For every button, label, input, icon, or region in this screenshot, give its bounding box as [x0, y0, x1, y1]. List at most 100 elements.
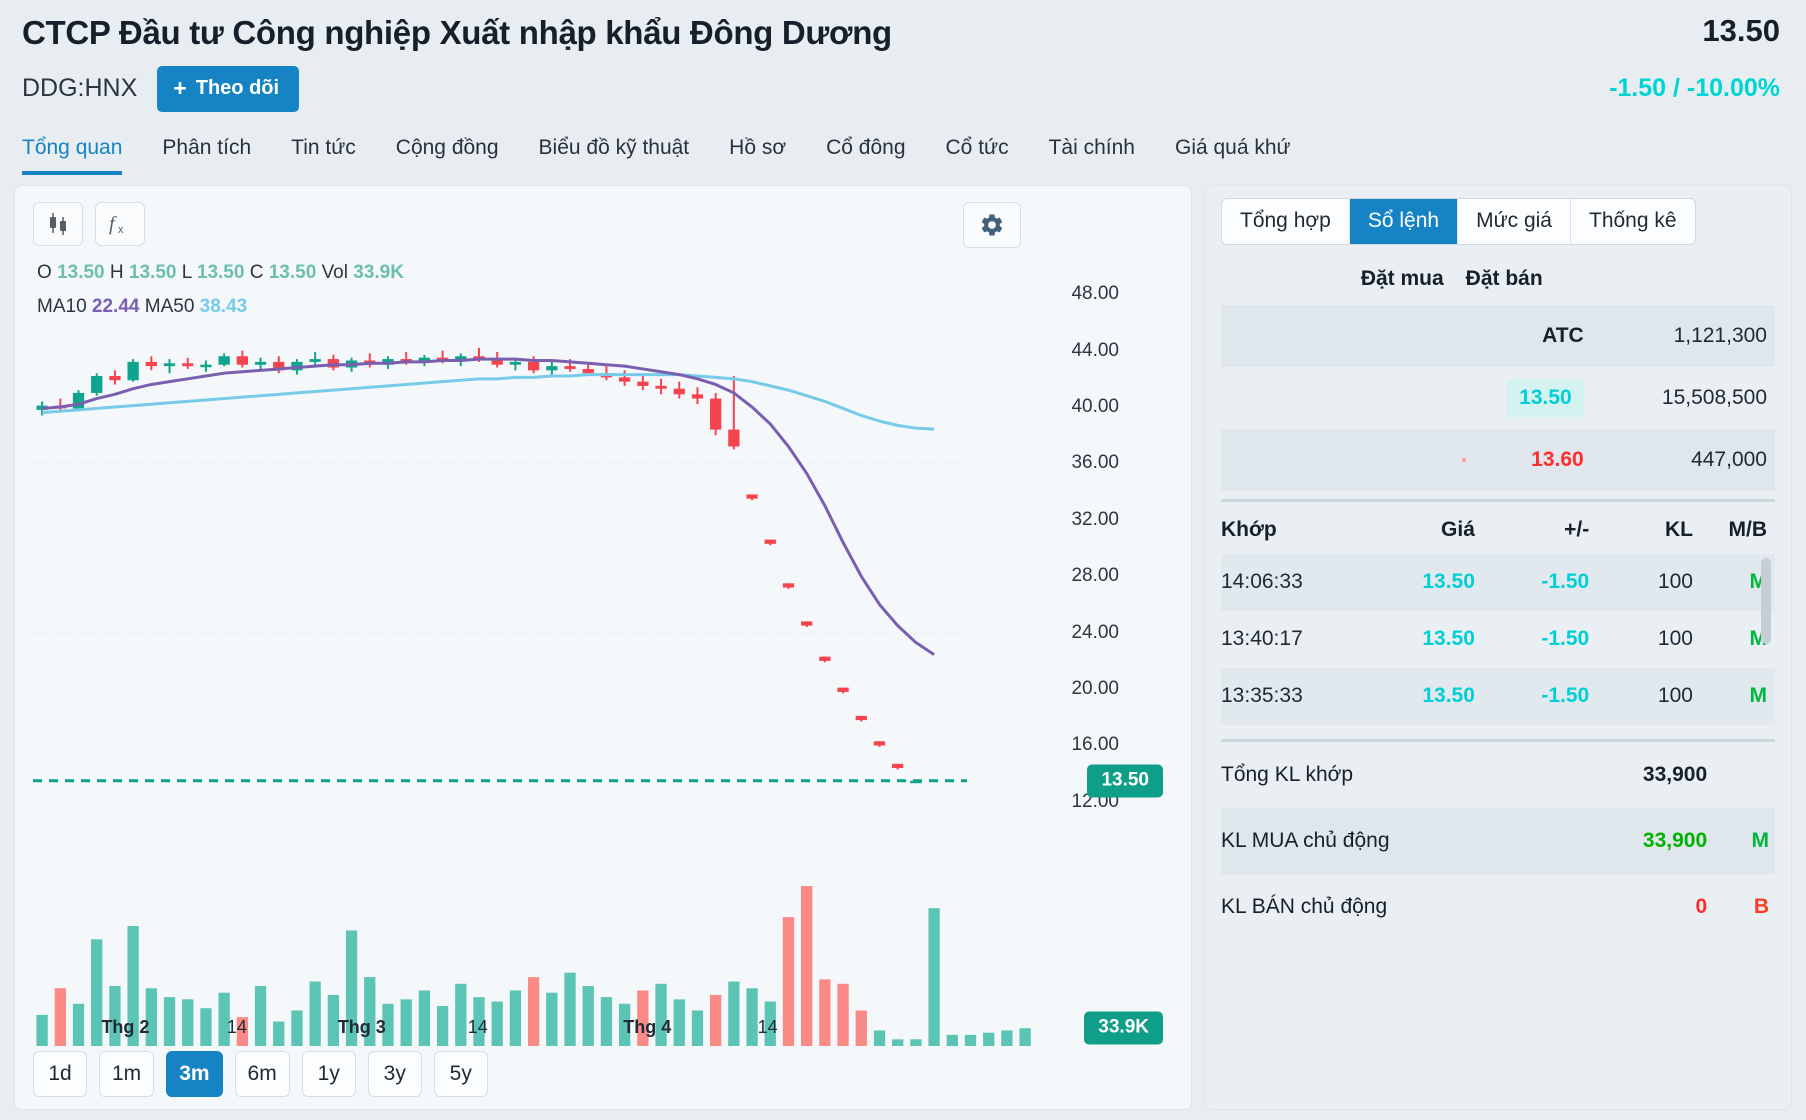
trade-time: 13:40:17 — [1221, 627, 1303, 651]
trade-change: -1.50 — [1541, 684, 1590, 708]
nav-item-3[interactable]: Cộng đồng — [396, 132, 499, 175]
summary-value: 0 — [1695, 894, 1708, 918]
trades-header: Khớp Giá +/- KL M/B — [1221, 502, 1775, 554]
order-book-price-value: ATC — [1542, 323, 1584, 347]
nav-item-5[interactable]: Hồ sơ — [729, 132, 786, 175]
svg-text:x: x — [118, 224, 124, 236]
sell-column-header: Đặt bán — [1465, 266, 1543, 290]
summary-value: 33,900 — [1642, 762, 1708, 786]
price-tick-7: 20.00 — [1071, 678, 1119, 699]
order-tab-2[interactable]: Mức giá — [1458, 198, 1571, 244]
trade-price: 13.50 — [1422, 627, 1475, 651]
time-range-selector: 1d 1m 3m 6m 1y 3y 5y — [33, 1050, 488, 1097]
price-tick-8: 16.00 — [1071, 734, 1119, 756]
chart-settings-button[interactable] — [963, 201, 1021, 248]
trades-list-wrap: 14:06:33 13.50 -1.50 100 M 13:40:17 13.50 -1.50… — [1221, 553, 1775, 725]
current-price: 13.50 — [1702, 13, 1780, 48]
trades-price-header: Giá — [1441, 517, 1475, 541]
price-tick-3: 36.00 — [1071, 452, 1119, 474]
order-book-rows: ATC 1,121,300 13.50 15,508,500 13.60 447,000 — [1221, 304, 1775, 491]
trade-row[interactable]: 13:35:33 13.50 -1.50 100 M — [1221, 667, 1775, 725]
range-button-6m[interactable]: 6m — [234, 1050, 290, 1097]
order-book-volume-cell: 447,000 — [1691, 447, 1767, 471]
trade-volume: 100 — [1657, 570, 1693, 594]
price-level-bar — [1461, 457, 1466, 462]
date-tick-4: Thg 4 — [623, 1016, 672, 1037]
date-tick-5: 14 — [757, 1016, 778, 1037]
order-panel-tabs: Tổng hợp Sổ lệnh Mức giá Thống kê — [1221, 197, 1696, 245]
summary-label: KL BÁN chủ động — [1221, 894, 1388, 918]
page-title: CTCP Đầu tư Công nghiệp Xuất nhập khẩu Đ… — [22, 14, 892, 51]
range-button-1m[interactable]: 1m — [99, 1050, 155, 1097]
price-tick-0: 48.00 — [1071, 283, 1119, 305]
price-tick-1: 44.00 — [1071, 339, 1119, 361]
order-tab-0[interactable]: Tổng hợp — [1222, 198, 1350, 244]
follow-button[interactable]: + Theo dõi — [157, 65, 300, 112]
summary-value: 33,900 — [1642, 828, 1708, 852]
summary-tag: M — [1751, 828, 1770, 852]
current-volume-badge: 33.9K — [1084, 1011, 1163, 1045]
nav-item-0[interactable]: Tổng quan — [22, 132, 123, 175]
order-book-row[interactable]: 13.50 15,508,500 — [1221, 367, 1775, 429]
trade-volume: 100 — [1657, 627, 1693, 651]
trade-row[interactable]: 14:06:33 13.50 -1.50 100 M — [1221, 553, 1775, 611]
title-row: CTCP Đầu tư Công nghiệp Xuất nhập khẩu Đ… — [22, 13, 1784, 52]
price-tick-4: 32.00 — [1071, 508, 1119, 530]
trade-price: 13.50 — [1422, 570, 1475, 594]
trade-time: 14:06:33 — [1221, 570, 1303, 594]
order-tab-1[interactable]: Sổ lệnh — [1349, 198, 1459, 244]
order-book-panel: Tổng hợp Sổ lệnh Mức giá Thống kê Đặt mua Đ… — [1204, 184, 1792, 1110]
price-tick-2: 40.00 — [1071, 395, 1119, 417]
trades-change-header: +/- — [1564, 517, 1590, 541]
nav-item-7[interactable]: Cổ tức — [946, 132, 1009, 175]
date-tick-3: 14 — [467, 1016, 488, 1037]
order-book-row[interactable]: ATC 1,121,300 — [1221, 304, 1775, 367]
order-book-volume-cell: 1,121,300 — [1673, 323, 1767, 347]
price-tick-5: 28.00 — [1071, 565, 1119, 587]
order-book-row[interactable]: 13.60 447,000 — [1221, 428, 1775, 491]
chart-panel: f x O 13.50 H 13.50 L 13.50 C 13.50 Vol … — [14, 184, 1192, 1110]
indicators-button[interactable]: f x — [95, 201, 145, 246]
order-book-price-cell: ATC — [1454, 324, 1598, 348]
trades-list: 14:06:33 13.50 -1.50 100 M 13:40:17 13.50 -1.50… — [1221, 553, 1775, 725]
svg-text:f: f — [109, 213, 117, 235]
plus-icon: + — [173, 74, 187, 101]
order-book-price-cell: 13.60 — [1454, 448, 1598, 472]
chart-plot-area — [15, 246, 1075, 1076]
follow-button-label: Theo dõi — [195, 76, 280, 99]
summary-row: Tổng KL khớp 33,900 — [1221, 742, 1775, 808]
range-button-3y[interactable]: 3y — [367, 1050, 422, 1097]
summary-row: KL BÁN chủ động 0 B — [1221, 874, 1775, 940]
candlestick-type-button[interactable] — [33, 201, 83, 246]
chart-tools: f x — [33, 201, 145, 246]
range-button-5y[interactable]: 5y — [433, 1050, 488, 1097]
nav-item-8[interactable]: Tài chính — [1049, 132, 1135, 175]
order-book-price-value: 13.60 — [1531, 447, 1584, 471]
nav-item-9[interactable]: Giá quá khứ — [1175, 132, 1291, 175]
order-tab-3[interactable]: Thống kê — [1571, 199, 1695, 244]
order-book-volume-cell: 15,508,500 — [1661, 385, 1767, 409]
trades-time-header: Khớp — [1221, 517, 1277, 541]
current-price-badge: 13.50 — [1087, 764, 1163, 798]
trade-row[interactable]: 13:40:17 13.50 -1.50 100 M — [1221, 611, 1775, 668]
summary-tag: B — [1753, 894, 1769, 918]
summary-label: KL MUA chủ động — [1221, 828, 1390, 852]
trade-volume: 100 — [1657, 684, 1693, 708]
range-button-3m[interactable]: 3m — [166, 1050, 223, 1097]
buy-column-header: Đặt mua — [1360, 266, 1444, 290]
fx-icon: f x — [109, 213, 124, 236]
nav-item-6[interactable]: Cổ đông — [826, 132, 905, 175]
range-button-1d[interactable]: 1d — [33, 1050, 87, 1097]
date-axis: Thg 2 14 Thg 3 14 Thg 4 14 — [15, 1017, 1075, 1047]
nav-item-2[interactable]: Tin tức — [291, 132, 356, 175]
nav-item-4[interactable]: Biểu đồ kỹ thuật — [539, 132, 690, 175]
candlestick-icon — [50, 212, 66, 235]
trade-change: -1.50 — [1541, 570, 1590, 594]
trade-time: 13:35:33 — [1221, 684, 1303, 708]
trades-scrollbar[interactable] — [1761, 557, 1771, 644]
trades-volume-header: KL — [1664, 517, 1693, 541]
nav-item-1[interactable]: Phân tích — [162, 132, 251, 175]
range-button-1y[interactable]: 1y — [301, 1050, 356, 1097]
price-volume-chart — [33, 293, 1031, 1046]
price-axis: 48.00 44.00 40.00 36.00 32.00 28.00 24.00 20.00… — [1071, 246, 1191, 1076]
